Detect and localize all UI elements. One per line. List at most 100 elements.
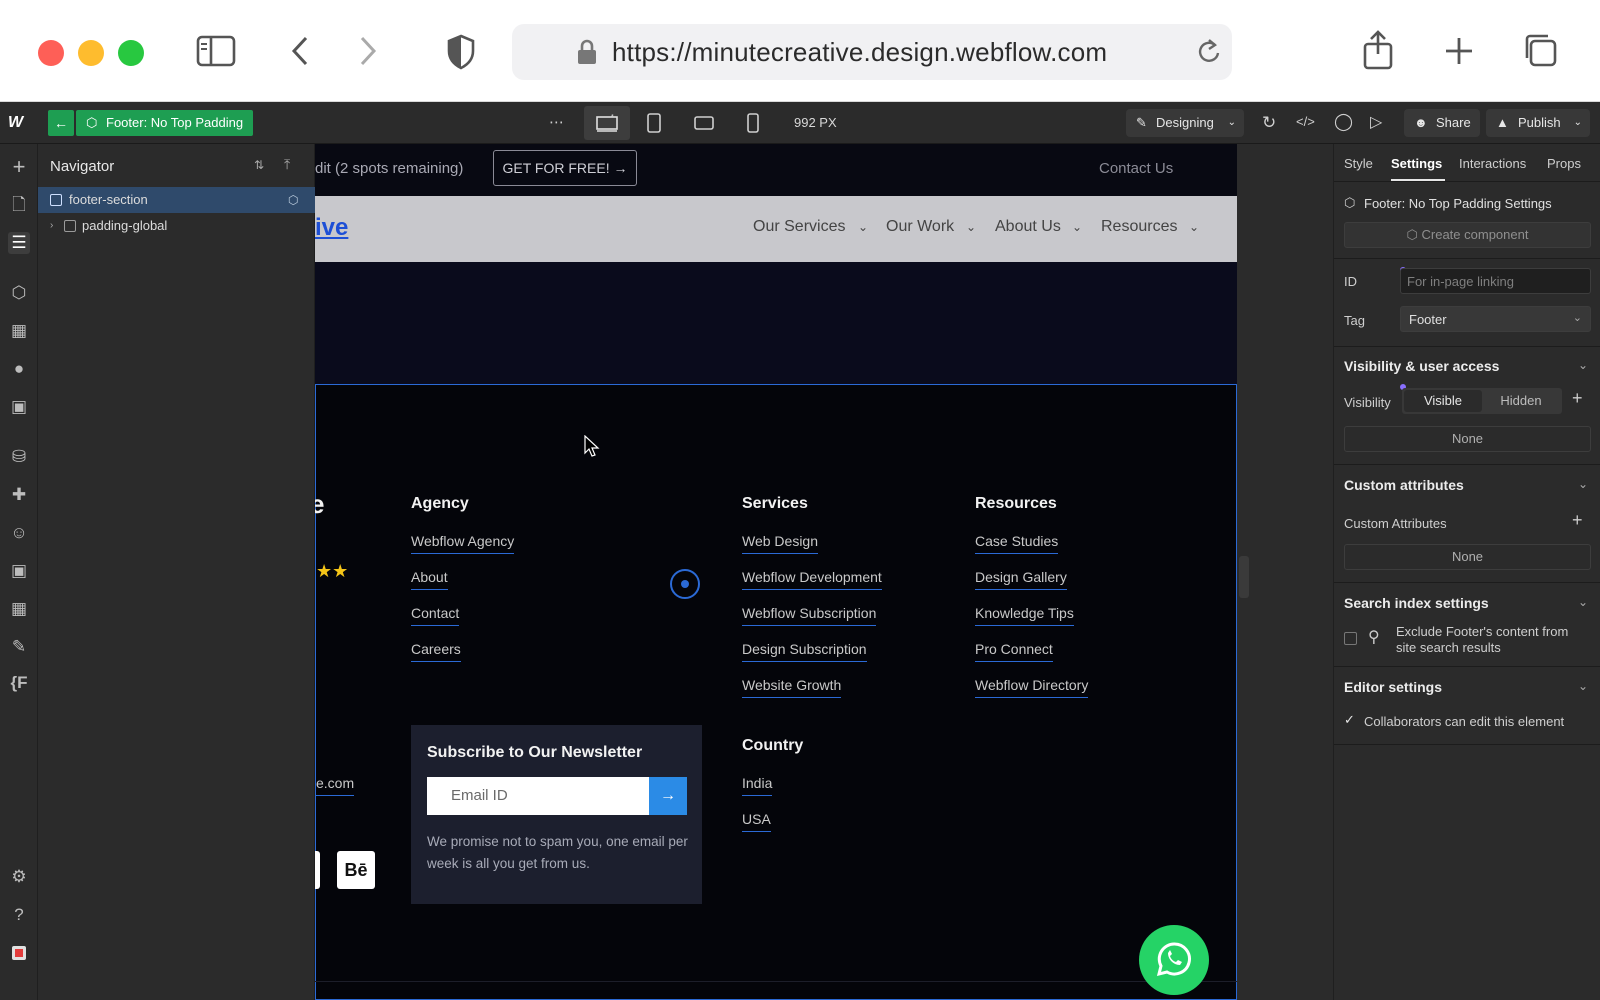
- canvas-resize-handle[interactable]: [1239, 556, 1249, 598]
- cms-icon[interactable]: ⛁: [8, 446, 30, 468]
- tab-interactions[interactable]: Interactions: [1459, 156, 1526, 171]
- chevron-down-icon[interactable]: ⌄: [1578, 358, 1588, 372]
- navigator-item-footer-section[interactable]: footer-section ⬡: [38, 187, 315, 213]
- whatsapp-icon[interactable]: [1139, 925, 1209, 995]
- visibility-hidden-option[interactable]: Hidden: [1482, 390, 1560, 412]
- comments-icon[interactable]: ◯: [1334, 112, 1353, 132]
- components-icon[interactable]: ⬡: [8, 282, 30, 304]
- editor-settings-heading[interactable]: Editor settings: [1344, 679, 1442, 695]
- nav-our-work[interactable]: Our Work: [886, 218, 954, 236]
- users-icon[interactable]: ☺: [8, 522, 30, 544]
- tab-overview-icon[interactable]: [1522, 32, 1558, 74]
- visibility-visible-option[interactable]: Visible: [1404, 390, 1482, 412]
- checkmark-icon[interactable]: ✓: [1344, 712, 1355, 728]
- add-icon[interactable]: +: [1572, 510, 1583, 531]
- logic-icon[interactable]: ✚: [8, 484, 30, 506]
- brush-icon[interactable]: ✎: [8, 636, 30, 658]
- footer-link[interactable]: Webflow Development: [742, 569, 882, 590]
- back-arrow-button[interactable]: ←: [48, 110, 74, 136]
- footer-link[interactable]: USA: [742, 811, 771, 832]
- code-icon[interactable]: </>: [1296, 114, 1315, 129]
- close-window-button[interactable]: [38, 40, 64, 66]
- nav-about-us[interactable]: About Us: [995, 218, 1061, 236]
- canvas-width-readout[interactable]: 992 PX: [794, 115, 837, 130]
- back-arrow-icon[interactable]: [288, 34, 312, 74]
- footer-link[interactable]: Case Studies: [975, 533, 1059, 554]
- reload-icon[interactable]: [1196, 38, 1222, 71]
- share-icon[interactable]: [1362, 30, 1394, 76]
- create-component-button[interactable]: ⬡ Create component: [1344, 222, 1591, 248]
- footer-email-link[interactable]: e.com: [316, 775, 355, 796]
- maximize-window-button[interactable]: [118, 40, 144, 66]
- search-index-checkbox[interactable]: [1344, 632, 1357, 645]
- style-selectors-icon[interactable]: ▦: [8, 320, 30, 342]
- help-icon[interactable]: ?: [8, 904, 30, 926]
- address-bar[interactable]: https://minutecreative.design.webflow.co…: [512, 24, 1232, 80]
- footer-link[interactable]: Webflow Subscription: [742, 605, 877, 626]
- behance-icon[interactable]: Bē: [337, 851, 375, 889]
- design-canvas[interactable]: dit (2 spots remaining) GET FOR FREE! → …: [315, 144, 1237, 1000]
- breakpoint-desktop-button[interactable]: *: [584, 106, 630, 140]
- subscribe-arrow-button[interactable]: →: [649, 777, 687, 815]
- footer-link[interactable]: Web Design: [742, 533, 819, 554]
- navigator-item-padding-global[interactable]: › padding-global: [38, 213, 315, 239]
- chevron-right-icon[interactable]: ›: [50, 213, 53, 239]
- id-input[interactable]: For in-page linking: [1400, 268, 1591, 294]
- add-icon[interactable]: +: [1572, 388, 1583, 409]
- social-icon-button[interactable]: [315, 851, 320, 889]
- footer-link[interactable]: Webflow Agency: [411, 533, 515, 554]
- settings-gear-icon[interactable]: ⚙: [8, 866, 30, 888]
- footer-link[interactable]: Knowledge Tips: [975, 605, 1074, 626]
- ecommerce-icon[interactable]: ▣: [8, 560, 30, 582]
- visibility-toggle[interactable]: Visible Hidden: [1402, 388, 1562, 414]
- footer-link[interactable]: Design Gallery: [975, 569, 1067, 590]
- footer-link[interactable]: Design Subscription: [742, 641, 867, 662]
- visibility-heading[interactable]: Visibility & user access: [1344, 358, 1499, 374]
- breakpoint-mobile-portrait-icon[interactable]: [746, 113, 760, 138]
- more-options-icon[interactable]: ⋯: [549, 113, 564, 131]
- footer-link[interactable]: Webflow Directory: [975, 677, 1089, 698]
- mode-dropdown[interactable]: ✎ Designing ⌄: [1126, 109, 1244, 137]
- footer-section[interactable]: e ★★ Agency Webflow Agency About Contact…: [315, 384, 1237, 1000]
- footer-link[interactable]: Contact: [411, 605, 460, 626]
- footer-link[interactable]: Careers: [411, 641, 461, 662]
- site-logo[interactable]: ive: [315, 214, 348, 242]
- navigator-icon[interactable]: ☰: [8, 232, 30, 254]
- add-elements-icon[interactable]: +: [8, 156, 30, 178]
- chevron-down-icon[interactable]: ⌄: [1578, 679, 1588, 693]
- pages-icon[interactable]: 🗋: [8, 194, 30, 216]
- chevron-down-icon[interactable]: ⌄: [1578, 477, 1588, 491]
- shield-icon[interactable]: [446, 34, 476, 76]
- preview-play-icon[interactable]: ▷: [1370, 112, 1382, 132]
- fonts-icon[interactable]: {F: [8, 672, 30, 694]
- new-tab-icon[interactable]: [1444, 36, 1474, 72]
- breakpoint-tablet-icon[interactable]: [646, 113, 662, 138]
- pin-icon[interactable]: ⤒: [284, 156, 290, 173]
- tab-props[interactable]: Props: [1547, 156, 1581, 171]
- nav-our-services[interactable]: Our Services: [753, 218, 845, 236]
- tab-style[interactable]: Style: [1344, 156, 1373, 171]
- contact-us-link[interactable]: Contact Us: [1099, 160, 1173, 177]
- footer-link[interactable]: Website Growth: [742, 677, 842, 698]
- collapse-all-icon[interactable]: ⇅: [254, 158, 264, 172]
- chevron-down-icon[interactable]: ⌄: [1578, 595, 1588, 609]
- nav-resources[interactable]: Resources: [1101, 218, 1177, 236]
- component-breadcrumb[interactable]: ⬡ Footer: No Top Padding: [76, 110, 254, 136]
- tab-settings[interactable]: Settings: [1391, 156, 1442, 171]
- email-field[interactable]: Email ID: [427, 777, 649, 815]
- publish-button[interactable]: ▲ Publish ⌄: [1486, 109, 1590, 137]
- search-index-heading[interactable]: Search index settings: [1344, 595, 1489, 611]
- assets-icon[interactable]: ▣: [8, 396, 30, 418]
- sidebar-toggle-icon[interactable]: [196, 34, 236, 74]
- webflow-logo-icon[interactable]: W: [8, 114, 23, 132]
- get-for-free-button[interactable]: GET FOR FREE! →: [493, 150, 637, 186]
- share-button[interactable]: ☻ Share: [1404, 109, 1480, 137]
- variables-icon[interactable]: ●: [8, 358, 30, 380]
- minimize-window-button[interactable]: [78, 40, 104, 66]
- sync-icon[interactable]: ↻: [1262, 113, 1276, 133]
- record-icon[interactable]: [8, 942, 30, 964]
- footer-link[interactable]: About: [411, 569, 448, 590]
- tag-select[interactable]: Footer ⌄: [1400, 306, 1591, 332]
- footer-link[interactable]: India: [742, 775, 773, 796]
- apps-icon[interactable]: ▦: [8, 598, 30, 620]
